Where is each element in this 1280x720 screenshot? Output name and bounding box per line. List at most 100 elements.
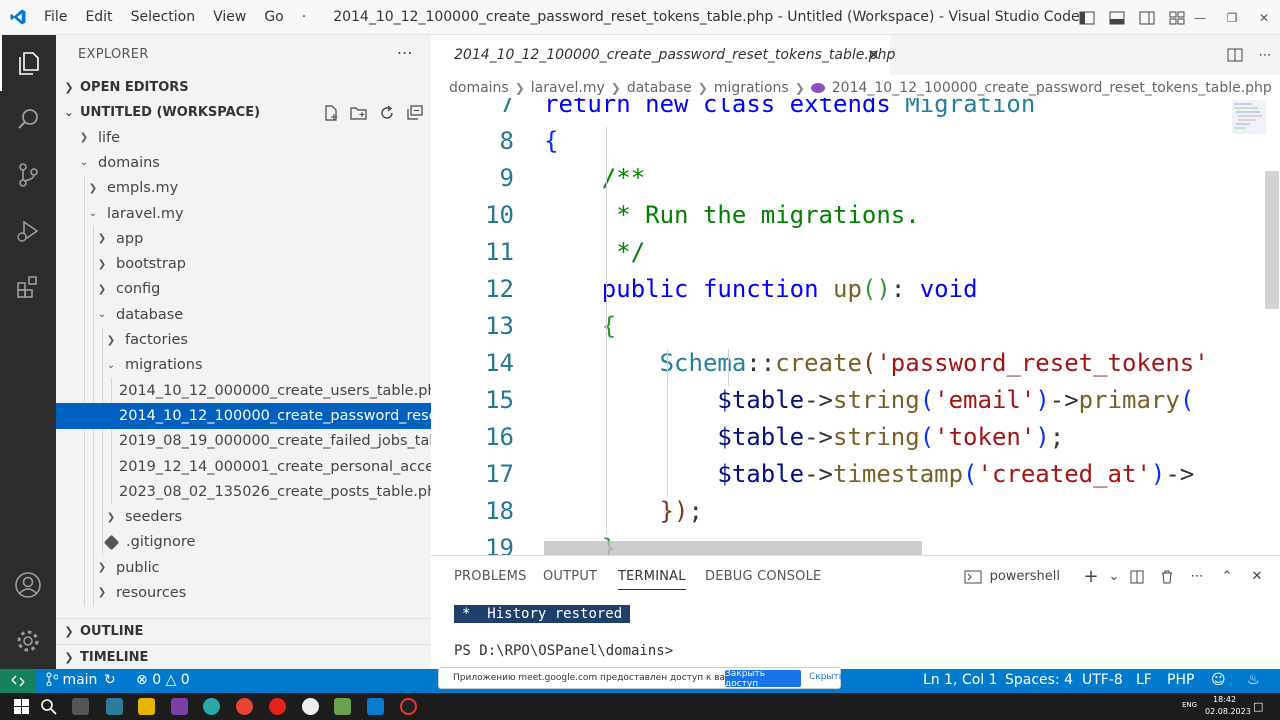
toggle-panel-icon[interactable] bbox=[1102, 11, 1132, 25]
collapse-all-icon[interactable] bbox=[404, 102, 425, 123]
manage-gear-icon[interactable] bbox=[0, 613, 56, 669]
tree-folder[interactable]: ❯ seeders bbox=[56, 504, 431, 530]
tree-folder[interactable]: ❯ factories bbox=[56, 327, 431, 353]
menu-selection[interactable]: Selection bbox=[122, 0, 205, 35]
tree-folder[interactable]: ⌄ database bbox=[56, 302, 431, 328]
tab-problems[interactable]: PROBLEMS bbox=[454, 569, 527, 584]
more-actions-icon[interactable]: ⋯ bbox=[397, 43, 413, 62]
source-control-icon[interactable] bbox=[0, 147, 56, 203]
file-explorer-icon[interactable] bbox=[138, 698, 155, 715]
tree-file[interactable]: .gitignore bbox=[56, 529, 431, 556]
tab-terminal[interactable]: TERMINAL bbox=[618, 569, 686, 590]
timeline-section[interactable]: ❯ TIMELINE bbox=[56, 644, 431, 669]
breadcrumb-item[interactable]: 2014_10_12_100000_create_password_reset_… bbox=[832, 80, 1272, 96]
tree-file[interactable]: 2023_08_02_135026_create_posts_table.php bbox=[56, 479, 431, 505]
notification-center-icon[interactable]: □ bbox=[1253, 700, 1263, 713]
breadcrumb-item[interactable]: laravel.my bbox=[531, 80, 605, 96]
branch-status[interactable]: main bbox=[46, 672, 97, 688]
explorer-icon[interactable] bbox=[0, 35, 56, 91]
vertical-scrollbar[interactable] bbox=[1265, 171, 1279, 309]
tree-file[interactable]: 2014_10_12_100000_create_password_reset_… bbox=[56, 403, 431, 429]
tree-file[interactable]: 2019_12_14_000001_create_personal_access… bbox=[56, 453, 431, 480]
menu-edit[interactable]: Edit bbox=[76, 0, 121, 35]
terminal-shell-label[interactable]: powershell bbox=[990, 569, 1060, 584]
editor-more-icon[interactable]: ⋯ bbox=[1250, 48, 1280, 63]
hide-banner-link[interactable]: Скрыть bbox=[809, 672, 844, 682]
yandex-icon[interactable] bbox=[269, 698, 286, 715]
tree-file[interactable]: 2014_10_12_000000_create_users_table.php bbox=[56, 377, 431, 404]
language-indicator[interactable]: ENG bbox=[1182, 701, 1197, 709]
menu-view[interactable]: View bbox=[204, 0, 255, 35]
close-window-icon[interactable]: ✕ bbox=[1248, 0, 1280, 35]
taskbar-search-icon[interactable] bbox=[40, 698, 57, 715]
minimize-icon[interactable]: — bbox=[1184, 0, 1216, 35]
task-view-icon[interactable] bbox=[72, 698, 89, 715]
toggle-secondary-sidebar-icon[interactable] bbox=[1132, 11, 1162, 25]
chevron-down-icon[interactable]: ⌄ bbox=[1108, 569, 1120, 584]
vscode-taskbar-icon[interactable] bbox=[367, 698, 384, 715]
outline-section[interactable]: ❯ OUTLINE bbox=[56, 618, 431, 644]
close-tab-icon[interactable]: ✕ bbox=[867, 46, 880, 64]
toggle-sidebar-icon[interactable] bbox=[1072, 11, 1102, 25]
browser-icon[interactable] bbox=[203, 698, 220, 715]
ospanel-icon[interactable] bbox=[334, 698, 351, 715]
accounts-icon[interactable] bbox=[0, 557, 56, 613]
new-terminal-icon[interactable]: + bbox=[1078, 566, 1104, 587]
obs-icon[interactable] bbox=[400, 698, 417, 715]
tab-active-file[interactable]: 2014_10_12_100000_create_password_reset_… bbox=[431, 35, 895, 75]
menu-go[interactable]: Go bbox=[255, 0, 292, 35]
tree-folder[interactable]: ❯ app bbox=[56, 226, 431, 252]
stop-sharing-button[interactable]: Закрыть доступ bbox=[725, 669, 801, 689]
tree-folder[interactable]: ❯ life bbox=[56, 125, 431, 150]
tree-folder[interactable]: ❯ empls.my bbox=[56, 175, 431, 201]
store-icon[interactable] bbox=[106, 698, 123, 715]
yandex-browser-icon[interactable] bbox=[302, 698, 319, 715]
breadcrumb-item[interactable]: migrations bbox=[714, 80, 789, 96]
clock-time[interactable]: 18:42 bbox=[1213, 695, 1236, 704]
split-terminal-icon[interactable] bbox=[1124, 570, 1150, 584]
restore-icon[interactable]: ❐ bbox=[1216, 0, 1248, 35]
menu-more[interactable]: · bbox=[293, 0, 315, 35]
new-file-icon[interactable] bbox=[320, 102, 341, 123]
kill-terminal-trash-icon[interactable] bbox=[1154, 570, 1180, 584]
notifications-bell-icon[interactable]: ♨ bbox=[1247, 672, 1260, 688]
new-folder-icon[interactable] bbox=[348, 102, 369, 123]
close-panel-icon[interactable]: ✕ bbox=[1244, 569, 1270, 584]
maximize-panel-icon[interactable]: ⌃ bbox=[1214, 569, 1240, 584]
clock-date[interactable]: 02.08.2023 bbox=[1205, 707, 1251, 716]
breadcrumb-item[interactable]: domains bbox=[449, 80, 509, 96]
search-icon[interactable] bbox=[0, 91, 56, 147]
tab-output[interactable]: OUTPUT bbox=[543, 569, 597, 584]
tree-folder[interactable]: ⌄ laravel.my bbox=[56, 200, 431, 227]
tree-folder[interactable]: ❯ resources bbox=[56, 580, 431, 606]
workspace-section[interactable]: ⌄ UNTITLED (WORKSPACE) bbox=[56, 100, 431, 125]
tree-folder[interactable]: ❯ bootstrap bbox=[56, 251, 431, 277]
windows-start-icon[interactable] bbox=[13, 698, 30, 715]
tree-file[interactable]: 2019_08_19_000000_create_failed_jobs_tab… bbox=[56, 428, 431, 454]
split-editor-icon[interactable] bbox=[1220, 48, 1250, 62]
cursor-position[interactable]: Ln 1, Col 1 bbox=[923, 672, 998, 688]
terminal-output[interactable]: * History restored PS D:\RPO\OSPanel\dom… bbox=[454, 605, 673, 659]
tree-folder[interactable]: ❯ public bbox=[56, 555, 431, 581]
menu-file[interactable]: File bbox=[35, 0, 76, 35]
problems-status[interactable]: ⊗ 0 △ 0 bbox=[136, 672, 190, 688]
minimap[interactable] bbox=[1226, 98, 1280, 555]
horizontal-scrollbar[interactable] bbox=[544, 541, 922, 555]
end-of-line[interactable]: LF bbox=[1136, 672, 1152, 688]
chrome-icon[interactable] bbox=[236, 698, 253, 715]
extensions-icon[interactable] bbox=[0, 259, 56, 315]
refresh-icon[interactable] bbox=[376, 102, 397, 123]
language-mode[interactable]: PHP bbox=[1167, 672, 1194, 688]
feedback-icon[interactable]: ☺ bbox=[1211, 672, 1226, 688]
open-editors-section[interactable]: ❯ OPEN EDITORS bbox=[56, 75, 431, 100]
panel-more-icon[interactable]: ⋯ bbox=[1184, 569, 1210, 584]
code-editor[interactable]: 7 return new class extends Migration 8{9 /… bbox=[431, 98, 1226, 555]
tab-debug-console[interactable]: DEBUG CONSOLE bbox=[705, 569, 821, 584]
indentation[interactable]: Spaces: 4 bbox=[1005, 672, 1073, 688]
tree-folder[interactable]: ⌄ domains bbox=[56, 150, 431, 175]
breadcrumb-item[interactable]: database bbox=[627, 80, 692, 96]
remote-indicator-icon[interactable] bbox=[0, 669, 36, 693]
encoding[interactable]: UTF-8 bbox=[1082, 672, 1123, 688]
run-debug-icon[interactable] bbox=[0, 203, 56, 259]
sync-icon[interactable]: ↻ bbox=[104, 672, 116, 688]
